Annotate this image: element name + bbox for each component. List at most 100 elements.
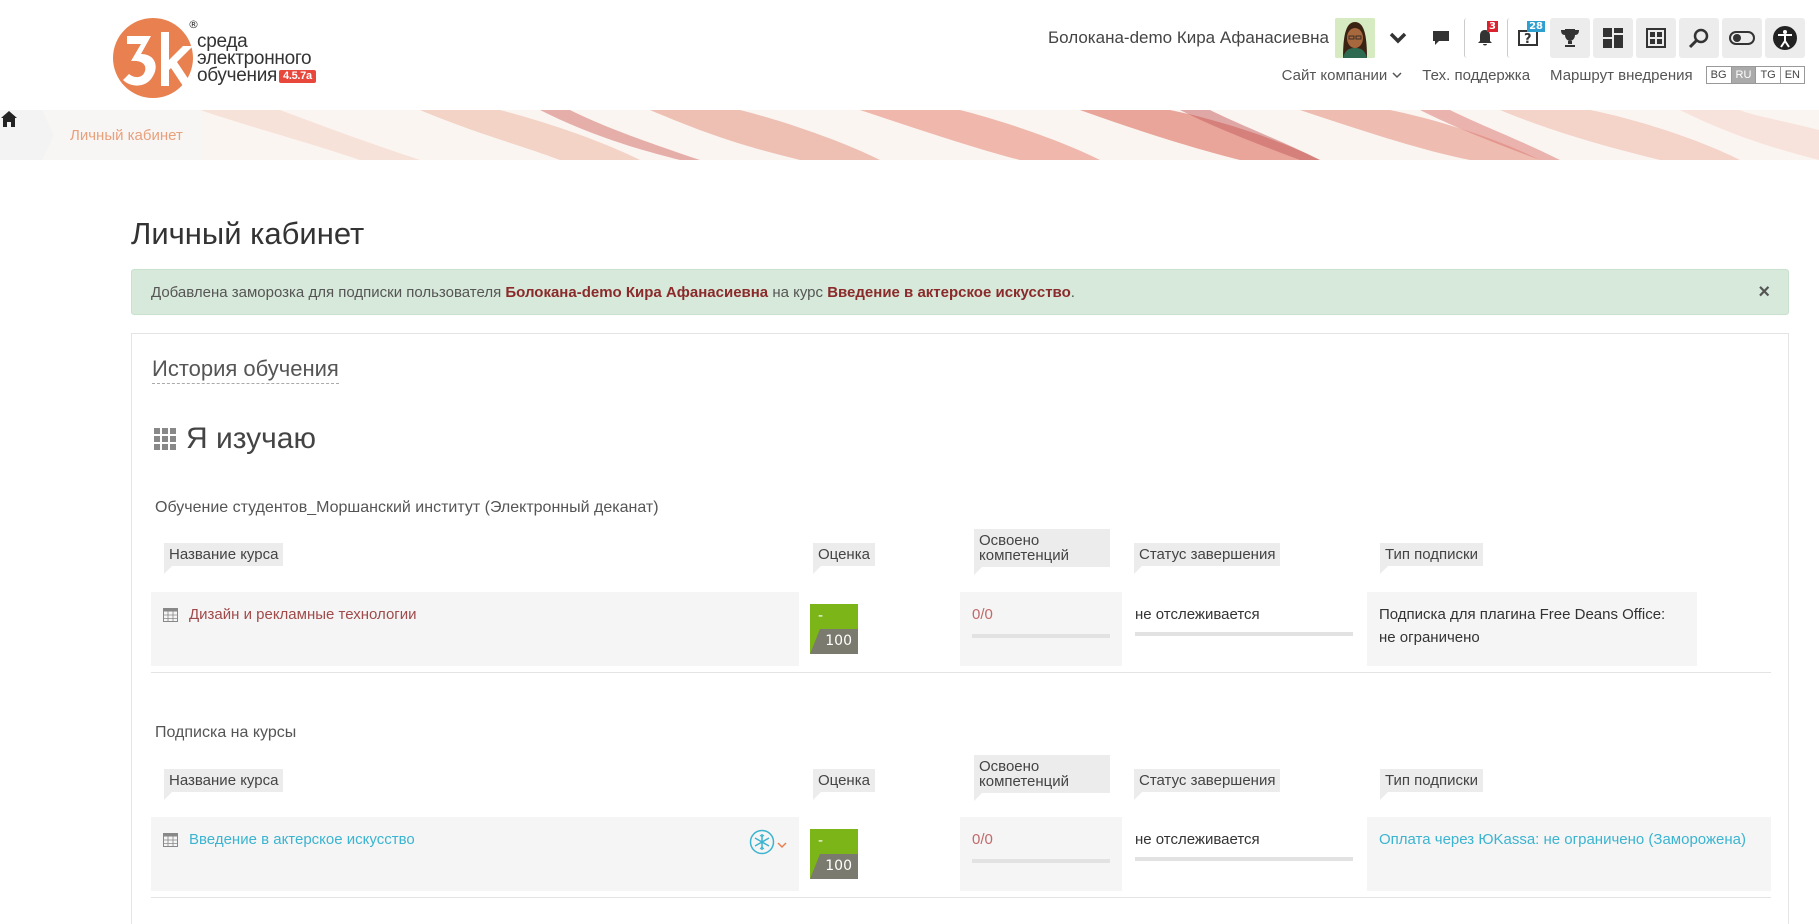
lang-en[interactable]: EN bbox=[1779, 66, 1805, 84]
status-cell: не отслеживается bbox=[1134, 592, 1369, 666]
dashboard-icon bbox=[1603, 28, 1623, 48]
subscription-cell: Подписка для плагина Free Deans Office: … bbox=[1367, 592, 1697, 666]
column-header-name: Название курса bbox=[164, 769, 284, 800]
competencies-cell: 0/0 bbox=[960, 817, 1122, 891]
section-title-text: Я изучаю bbox=[186, 422, 316, 455]
column-header-competencies: Освоено компетенций bbox=[974, 529, 1110, 575]
logo-line-3-text: обучения bbox=[197, 65, 277, 86]
competencies-value[interactable]: 0/0 bbox=[972, 831, 993, 848]
column-header-competencies-line1: Освоено bbox=[979, 758, 1040, 775]
alert-user: Болокана-demo Кира Афанасиевна bbox=[505, 283, 769, 301]
snowflake-icon[interactable] bbox=[749, 829, 775, 855]
status-progress-bar bbox=[1135, 857, 1353, 861]
messages-button[interactable] bbox=[1421, 18, 1461, 58]
alert-suffix: . bbox=[1070, 283, 1075, 301]
grade-max-text: 100 bbox=[825, 858, 852, 874]
achievements-button[interactable] bbox=[1550, 18, 1590, 58]
chevron-down-icon[interactable] bbox=[777, 841, 787, 849]
search-icon bbox=[1688, 28, 1709, 49]
alert-middle: на курс bbox=[768, 283, 828, 301]
subscription-line2: не ограничено bbox=[1379, 629, 1480, 646]
row-divider bbox=[151, 672, 1771, 673]
course-link[interactable]: Введение в актерское искусство bbox=[189, 831, 415, 848]
column-header-status: Статус завершения bbox=[1134, 769, 1281, 800]
competencies-cell: 0/0 bbox=[960, 592, 1122, 666]
logo-line-3: обучения 4.5.7a bbox=[197, 65, 316, 86]
puzzle-button[interactable] bbox=[1636, 18, 1676, 58]
search-button[interactable] bbox=[1679, 18, 1719, 58]
group-title: Обучение студентов_Моршанский институт (… bbox=[155, 499, 659, 516]
logo-3k-mark bbox=[113, 18, 193, 98]
logo-registered: ® bbox=[188, 18, 199, 31]
column-header-competencies-line2: компетенций bbox=[979, 547, 1070, 564]
header: ® среда электронного обучения 4.5.7a Боло… bbox=[0, 0, 1819, 110]
chevron-down-icon bbox=[1389, 32, 1407, 44]
subscription-line1: Оплата через ЮKassa: не ограничено (Замо… bbox=[1379, 831, 1746, 848]
calendar-icon bbox=[163, 833, 178, 847]
lang-ru[interactable]: RU bbox=[1730, 66, 1757, 84]
chat-icon bbox=[1433, 31, 1449, 45]
column-header-grade: Оценка bbox=[813, 543, 875, 574]
calendar-icon bbox=[163, 608, 178, 622]
history-link[interactable]: История обучения bbox=[152, 356, 339, 384]
success-alert: Добавлена заморозка для подписки пользов… bbox=[131, 269, 1789, 315]
nav-company-site[interactable]: Сайт компании bbox=[1282, 67, 1403, 84]
alert-close-button[interactable]: × bbox=[1758, 281, 1770, 304]
decorative-banner bbox=[0, 110, 1819, 160]
column-header-status: Статус завершения bbox=[1134, 543, 1281, 574]
logo-version-badge: 4.5.7a bbox=[279, 70, 316, 83]
logo-text: среда электронного обучения 4.5.7a bbox=[197, 32, 316, 86]
notifications-button[interactable]: 3 bbox=[1464, 18, 1504, 58]
column-header-competencies-line2: компетенций bbox=[979, 773, 1070, 790]
learning-panel: История обучения Я изучаю Обучение студе… bbox=[131, 333, 1789, 924]
row-divider bbox=[151, 897, 1771, 898]
nav-support[interactable]: Тех. поддержка bbox=[1422, 67, 1530, 84]
user-toolbar: Болокана-demo Кира Афанасиевна 3 ? 28 bbox=[1048, 18, 1805, 58]
alert-prefix: Добавлена заморозка для подписки пользов… bbox=[151, 283, 506, 301]
svg-text:?: ? bbox=[1524, 32, 1532, 47]
dashboard-button[interactable] bbox=[1593, 18, 1633, 58]
grade-badge: - 100 bbox=[810, 829, 858, 879]
course-name-cell: Дизайн и рекламные технологии bbox=[151, 592, 799, 666]
subscription-text: Подписка для плагина Free Deans Office: … bbox=[1379, 603, 1665, 649]
logo[interactable]: ® среда электронного обучения 4.5.7a bbox=[113, 16, 343, 106]
competencies-progress-bar bbox=[972, 634, 1110, 638]
subscription-text[interactable]: Оплата через ЮKassa: не ограничено (Замо… bbox=[1379, 828, 1746, 851]
language-switcher: BG RU TG EN bbox=[1705, 66, 1805, 84]
grade-badge: - 100 bbox=[810, 604, 858, 654]
alert-course: Введение в актерское искусство bbox=[827, 283, 1071, 301]
trophy-icon bbox=[1561, 29, 1579, 47]
grade-max-text: 100 bbox=[825, 633, 852, 649]
breadcrumb-home[interactable] bbox=[0, 110, 42, 160]
home-icon bbox=[1, 111, 17, 127]
course-link[interactable]: Дизайн и рекламные технологии bbox=[189, 606, 417, 623]
competencies-value[interactable]: 0/0 bbox=[972, 606, 993, 623]
lang-tg[interactable]: TG bbox=[1755, 66, 1781, 84]
column-header-subscription: Тип подписки bbox=[1380, 769, 1484, 800]
chevron-down-icon bbox=[1392, 72, 1402, 79]
notifications-badge: 3 bbox=[1487, 21, 1498, 32]
lang-bg[interactable]: BG bbox=[1705, 66, 1732, 84]
user-name[interactable]: Болокана-demo Кира Афанасиевна bbox=[1048, 28, 1329, 48]
avatar[interactable] bbox=[1335, 18, 1375, 58]
help-badge: 28 bbox=[1527, 21, 1545, 32]
column-header-grade: Оценка bbox=[813, 769, 875, 800]
accessibility-button[interactable] bbox=[1765, 18, 1805, 58]
grade-value: - bbox=[810, 604, 858, 629]
help-button[interactable]: ? 28 bbox=[1507, 18, 1547, 58]
course-name-cell: Введение в актерское искусство bbox=[151, 817, 799, 891]
theme-toggle[interactable] bbox=[1722, 18, 1762, 58]
breadcrumb-current[interactable]: Личный кабинет bbox=[42, 110, 202, 160]
grade-max: 100 bbox=[810, 854, 858, 879]
subscription-cell: Оплата через ЮKassa: не ограничено (Замо… bbox=[1367, 817, 1771, 891]
avatar-image bbox=[1335, 18, 1375, 58]
column-header-competencies-line1: Освоено bbox=[979, 532, 1040, 549]
status-text: не отслеживается bbox=[1135, 606, 1260, 623]
column-header-name: Название курса bbox=[164, 543, 284, 574]
nav-route[interactable]: Маршрут внедрения bbox=[1550, 67, 1693, 84]
user-menu-toggle[interactable] bbox=[1378, 18, 1418, 58]
grid-icon bbox=[154, 428, 176, 450]
column-header-competencies: Освоено компетенций bbox=[974, 755, 1110, 801]
accessibility-icon bbox=[1773, 26, 1797, 50]
toggle-icon bbox=[1729, 31, 1755, 45]
